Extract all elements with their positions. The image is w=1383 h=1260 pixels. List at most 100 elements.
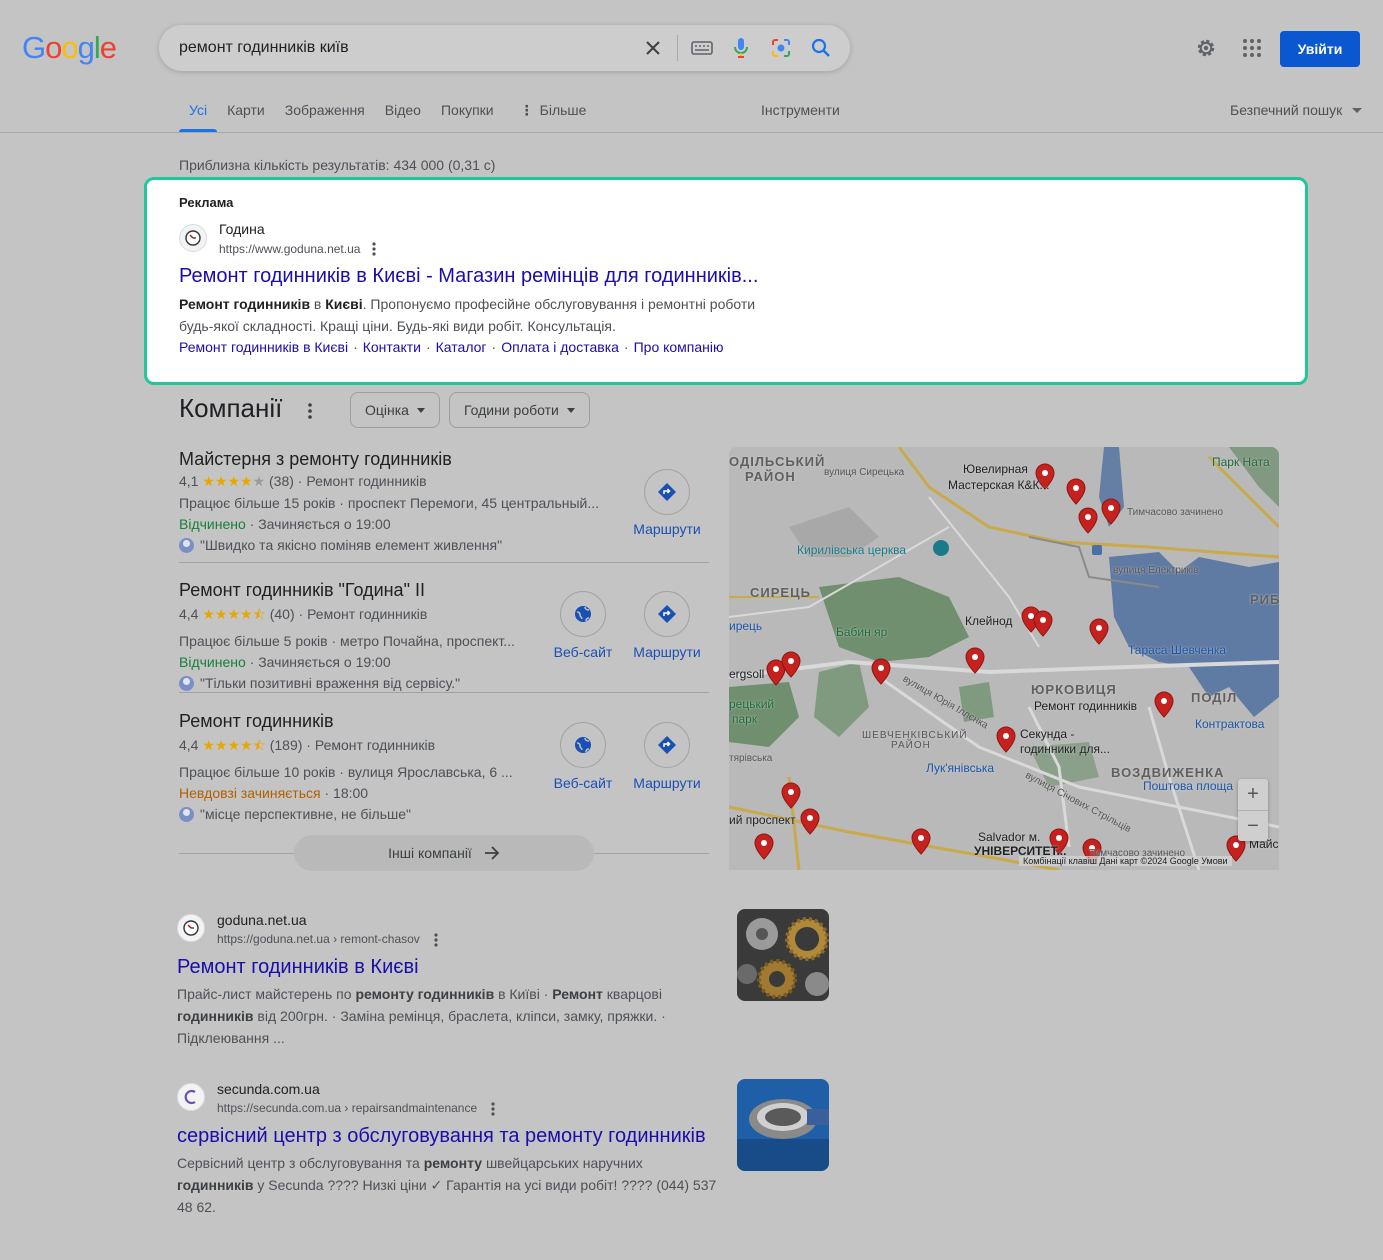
search-input[interactable] [179, 37, 619, 59]
keyboard-icon[interactable] [689, 35, 715, 61]
sitelink-about[interactable]: Про компанію [634, 339, 724, 355]
companies-options-icon[interactable] [306, 402, 314, 425]
website-label[interactable]: Веб-сайт [538, 775, 628, 791]
result-title-link[interactable]: сервісний центр з обслуговування та ремо… [177, 1125, 706, 1148]
ad-card: Реклама Година https://www.goduna.net.ua… [144, 177, 1308, 385]
search-box[interactable] [159, 25, 850, 71]
listing-divider [179, 692, 709, 693]
map-label: Тараса Шевченка [1128, 643, 1227, 657]
watch-image [737, 1079, 829, 1171]
map-footer[interactable]: Комбінації клавіш Дані карт ©2024 Google… [1019, 856, 1232, 866]
company-review: "Тільки позитивні враження від сервісу." [179, 675, 524, 691]
more-options-icon[interactable] [490, 1101, 496, 1122]
sitelink-repair[interactable]: Ремонт годинників в Києві [179, 339, 348, 355]
sitelink-catalog[interactable]: Каталог [436, 339, 487, 355]
church-marker-icon [933, 540, 949, 556]
directions-icon [658, 483, 676, 501]
result-thumbnail[interactable] [737, 909, 829, 1001]
directions-label[interactable]: Маршрути [622, 521, 712, 537]
map-label: РИБА [1250, 592, 1279, 607]
more-companies-button[interactable]: Інші компанії [294, 835, 594, 871]
ad-description: Ремонт годинників в Києві. Пропонуємо пр… [179, 296, 756, 334]
tab-images[interactable]: Зображення [285, 102, 365, 132]
sitelink-payment[interactable]: Оплата і доставка [501, 339, 619, 355]
website-button[interactable] [560, 591, 606, 637]
ad-site-name[interactable]: Година [219, 221, 265, 237]
map-label: Парк Ната [1212, 455, 1270, 469]
website-button[interactable] [560, 722, 606, 768]
directions-button[interactable] [644, 469, 690, 515]
rating-stars: ★★★★⯪ [202, 737, 266, 753]
google-logo[interactable]: Google [22, 30, 117, 66]
company-listing[interactable]: Майстерня з ремонту годинників 4,1 ★★★★★… [179, 449, 604, 553]
ad-url[interactable]: https://www.goduna.net.ua [219, 242, 360, 256]
search-tabs: Усі Карти Зображення Відео Покупки ⋮ Біль… [178, 102, 606, 132]
microphone-icon[interactable] [728, 35, 754, 61]
company-review: "місце перспективне, не більше" [179, 806, 524, 822]
map-label: Ювелирная [963, 462, 1028, 476]
company-listing[interactable]: Ремонт годинників 4,4 ★★★★⯪ (189) · Ремо… [179, 711, 524, 822]
ad-sitelinks: Ремонт годинників в Києві · Контакти · Катал… [179, 339, 724, 355]
company-listing[interactable]: Ремонт годинників "Година" II 4,4 ★★★★⯪ … [179, 580, 524, 691]
result-url[interactable]: https://goduna.net.ua › remont-chasov [217, 932, 420, 946]
company-name[interactable]: Ремонт годинників [179, 711, 524, 732]
directions-button[interactable] [644, 722, 690, 768]
reviewer-avatar [179, 675, 194, 691]
search-icon[interactable] [808, 35, 834, 61]
apps-grid-icon[interactable] [1240, 36, 1264, 60]
sign-in-button[interactable]: Увійти [1280, 31, 1360, 67]
ad-title-link[interactable]: Ремонт годинників в Києві - Магазин ремі… [179, 265, 758, 288]
filter-hours-label: Години роботи [464, 402, 559, 418]
tools-button[interactable]: Інструменти [761, 102, 840, 118]
tab-maps[interactable]: Карти [227, 102, 265, 132]
clock-favicon-icon [177, 914, 205, 942]
more-options-icon[interactable] [433, 932, 439, 953]
map-label: ergsoll [729, 667, 765, 681]
secunda-favicon-icon [177, 1083, 205, 1111]
filter-rating[interactable]: Оцінка [350, 392, 440, 428]
map-label: вулиця Електриків [1113, 565, 1199, 576]
safe-search-label: Безпечний пошук [1230, 102, 1343, 118]
company-name[interactable]: Майстерня з ремонту годинників [179, 449, 604, 470]
map-label: рецький [729, 697, 775, 711]
camera-lens-icon[interactable] [768, 35, 794, 61]
clear-icon[interactable] [640, 35, 666, 61]
result-url[interactable]: https://secunda.com.ua › repairsandmaint… [217, 1101, 477, 1115]
map-label: ий проспект [729, 813, 796, 827]
tab-shopping[interactable]: Покупки [441, 102, 494, 132]
map-label: СИРЕЦЬ [750, 585, 811, 600]
sitelink-contacts[interactable]: Контакти [363, 339, 421, 355]
tab-more[interactable]: ⋮ Більше [520, 102, 587, 132]
directions-button[interactable] [644, 591, 690, 637]
map-label: РАЙОН [745, 469, 796, 484]
map-label: ирець [729, 619, 763, 633]
result-site-name[interactable]: goduna.net.ua [217, 912, 307, 928]
result-title-link[interactable]: Ремонт годинників в Києві [177, 956, 419, 979]
clock-favicon-icon [179, 224, 207, 252]
zoom-in-button[interactable]: + [1238, 779, 1268, 810]
company-name[interactable]: Ремонт годинників "Година" II [179, 580, 524, 601]
tab-video[interactable]: Відео [385, 102, 421, 132]
zoom-out-button[interactable]: − [1238, 810, 1268, 841]
website-label[interactable]: Веб-сайт [538, 644, 628, 660]
company-details: Працює більше 15 років · проспект Перемо… [179, 495, 600, 511]
map-label: тярівська [729, 753, 773, 764]
filter-hours[interactable]: Години роботи [449, 392, 590, 428]
map[interactable]: ОДІЛЬСЬКИЙ РАЙОН Ювелирная Мастерская К&… [729, 447, 1279, 870]
settings-gear-icon[interactable] [1194, 36, 1218, 60]
result-thumbnail[interactable] [737, 1079, 829, 1171]
map-label: Контрактова [1195, 717, 1265, 731]
directions-label[interactable]: Маршрути [622, 644, 712, 660]
result-stats: Приблизна кількість результатів: 434 000… [179, 157, 496, 173]
rating-stars: ★★★★⯪ [202, 606, 266, 622]
result-site-name[interactable]: secunda.com.ua [217, 1081, 320, 1097]
map-label: РАЙОН [891, 740, 931, 751]
directions-label[interactable]: Маршрути [622, 775, 712, 791]
safe-search-dropdown[interactable]: Безпечний пошук [1230, 102, 1363, 118]
tab-all[interactable]: Усі [178, 102, 218, 132]
map-label: парк [732, 712, 758, 726]
header-divider [0, 132, 1383, 133]
map-label: Клейнод [965, 614, 1013, 628]
more-options-icon[interactable] [371, 241, 377, 262]
company-hours: Відчинено · Зачиняється о 19:00 [179, 516, 391, 532]
